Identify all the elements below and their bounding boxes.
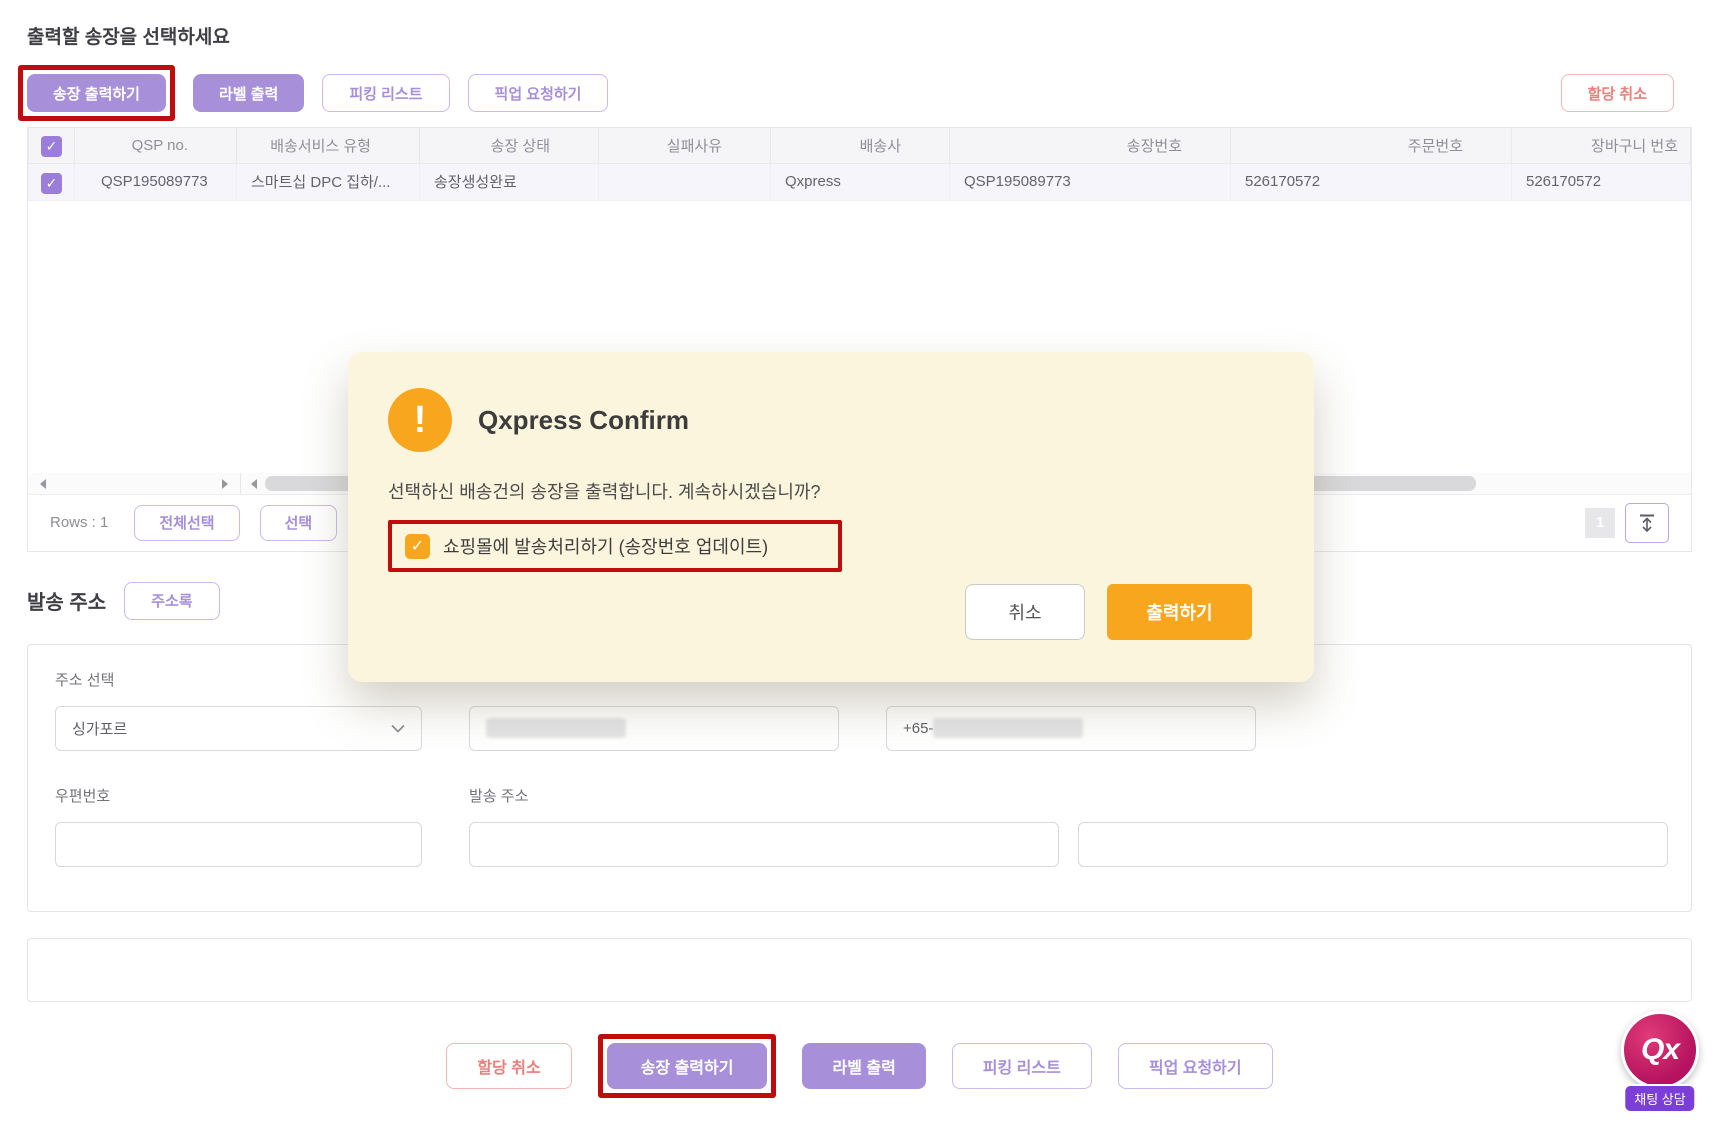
address-line2-field[interactable]	[1078, 821, 1668, 867]
table-header-row: ✓ QSP no. 배송서비스 유형 송장 상태 실패사유 배송사 송장번호 주…	[28, 128, 1691, 164]
country-select-value: 싱가포르	[72, 720, 128, 738]
cell-cart-no: 526170572	[1511, 162, 1691, 201]
confirm-dialog-header: ! Qxpress Confirm	[388, 388, 1272, 452]
address-book-button[interactable]: 주소록	[124, 581, 220, 620]
scroll-left-icon[interactable]	[251, 478, 257, 489]
cancel-assignment-button-bottom[interactable]: 할당 취소	[446, 1042, 572, 1089]
col-carrier: 배송사	[770, 128, 950, 164]
shipping-address-panel: 주소 선택 싱가포르 +65- 우편번호 발송 주소	[27, 643, 1692, 912]
chat-consult-badge: 채팅 상담	[1623, 1084, 1697, 1113]
confirm-dialog-message: 선택하신 배송건의 송장을 출력합니다. 계속하시겠습니까?	[388, 482, 821, 502]
cancel-button[interactable]: 취소	[965, 584, 1085, 640]
masked-value	[933, 718, 1084, 738]
cell-fail-reason	[598, 162, 771, 201]
col-order-no: 주문번호	[1230, 128, 1512, 164]
phone-prefix: +65-	[903, 719, 934, 737]
warning-icon: !	[388, 388, 452, 452]
confirm-dialog: ! Qxpress Confirm 선택하신 배송건의 송장을 출력합니다. 계…	[348, 352, 1314, 682]
cancel-assignment-button-top[interactable]: 할당 취소	[1560, 74, 1674, 112]
sender-name-field[interactable]	[469, 705, 839, 751]
address-field-label: 발송 주소	[469, 787, 529, 805]
print-label-button-bottom[interactable]: 라벨 출력	[802, 1042, 926, 1089]
phone-field[interactable]: +65-	[886, 705, 1256, 751]
col-fail-reason: 실패사유	[598, 128, 771, 164]
select-button[interactable]: 선택	[259, 504, 338, 541]
pickup-request-button-bottom[interactable]: 픽업 요청하기	[1117, 1042, 1273, 1089]
col-service-type: 배송서비스 유형	[236, 128, 420, 164]
invoice-table: ✓ QSP no. 배송서비스 유형 송장 상태 실패사유 배송사 송장번호 주…	[28, 128, 1691, 201]
cell-service-type: 스마트십 DPC 집하/...	[236, 162, 420, 201]
address-line1-field[interactable]	[469, 821, 1059, 867]
postal-code-field[interactable]	[55, 821, 422, 867]
chat-widget-button[interactable]: Qx 채팅 상담	[1618, 1011, 1702, 1115]
picking-list-button-top[interactable]: 피킹 리스트	[322, 74, 450, 112]
ship-processing-checkbox[interactable]: ✓	[405, 533, 430, 559]
address-group: 발송 주소	[469, 785, 1668, 867]
print-invoice-button-bottom[interactable]: 송장 출력하기	[606, 1042, 768, 1089]
select-all-checkbox[interactable]: ✓	[41, 136, 62, 158]
cell-invoice-status: 송장생성완료	[419, 162, 599, 201]
bottom-empty-panel	[27, 937, 1692, 1002]
ship-processing-label: 쇼핑몰에 발송처리하기 (송장번호 업데이트)	[443, 537, 769, 557]
bottom-toolbar: 할당 취소 송장 출력하기 라벨 출력 피킹 리스트 픽업 요청하기	[27, 1033, 1692, 1098]
row-height-icon	[1640, 514, 1654, 532]
qx-logo: Qx	[1621, 1011, 1699, 1089]
left-pane-scrollbar[interactable]	[28, 472, 241, 494]
row-height-toggle-button[interactable]	[1625, 502, 1669, 543]
col-qsp-no: QSP no.	[74, 128, 237, 164]
chevron-down-icon	[391, 724, 405, 733]
highlight-box-ship-processing: ✓ 쇼핑몰에 발송처리하기 (송장번호 업데이트)	[388, 520, 843, 572]
country-select[interactable]: 싱가포르	[55, 705, 422, 751]
col-invoice-status: 송장 상태	[419, 128, 599, 164]
page-title: 출력할 송장을 선택하세요	[27, 27, 230, 48]
rows-count: Rows : 1	[50, 514, 109, 531]
pickup-request-button-top[interactable]: 픽업 요청하기	[467, 74, 609, 112]
select-all-button[interactable]: 전체선택	[134, 504, 240, 541]
qx-logo-text: Qx	[1640, 1033, 1680, 1066]
masked-value	[486, 718, 626, 738]
cell-order-no: 526170572	[1230, 162, 1512, 201]
shipping-address-title: 발송 주소	[27, 592, 107, 614]
confirm-dialog-actions: 취소 출력하기	[965, 584, 1252, 640]
highlight-box-print-invoice-top: 송장 출력하기	[18, 65, 175, 121]
cell-carrier: Qxpress	[770, 162, 950, 201]
cell-invoice-no: QSP195089773	[949, 162, 1231, 201]
table-row[interactable]: ✓ QSP195089773 스마트십 DPC 집하/... 송장생성완료 Qx…	[28, 162, 1691, 201]
highlight-box-print-invoice-bottom: 송장 출력하기	[597, 1033, 777, 1098]
postal-code-group: 우편번호	[55, 785, 422, 867]
scroll-right-icon[interactable]	[222, 478, 228, 489]
scroll-left-icon[interactable]	[40, 478, 46, 489]
col-cart-no: 장바구니 번호	[1511, 128, 1691, 164]
print-label-button-top[interactable]: 라벨 출력	[192, 74, 305, 112]
cell-qsp-no: QSP195089773	[74, 162, 237, 201]
postal-code-label: 우편번호	[55, 787, 111, 805]
col-invoice-no: 송장번호	[949, 128, 1231, 164]
confirm-dialog-title: Qxpress Confirm	[478, 404, 689, 435]
top-toolbar: 송장 출력하기 라벨 출력 피킹 리스트 픽업 요청하기 할당 취소	[18, 65, 1692, 121]
print-confirm-button[interactable]: 출력하기	[1107, 584, 1252, 640]
picking-list-button-bottom[interactable]: 피킹 리스트	[951, 1042, 1092, 1089]
print-invoice-button-top[interactable]: 송장 출력하기	[27, 74, 166, 112]
page-number[interactable]: 1	[1585, 507, 1615, 538]
row-checkbox[interactable]: ✓	[41, 172, 62, 194]
